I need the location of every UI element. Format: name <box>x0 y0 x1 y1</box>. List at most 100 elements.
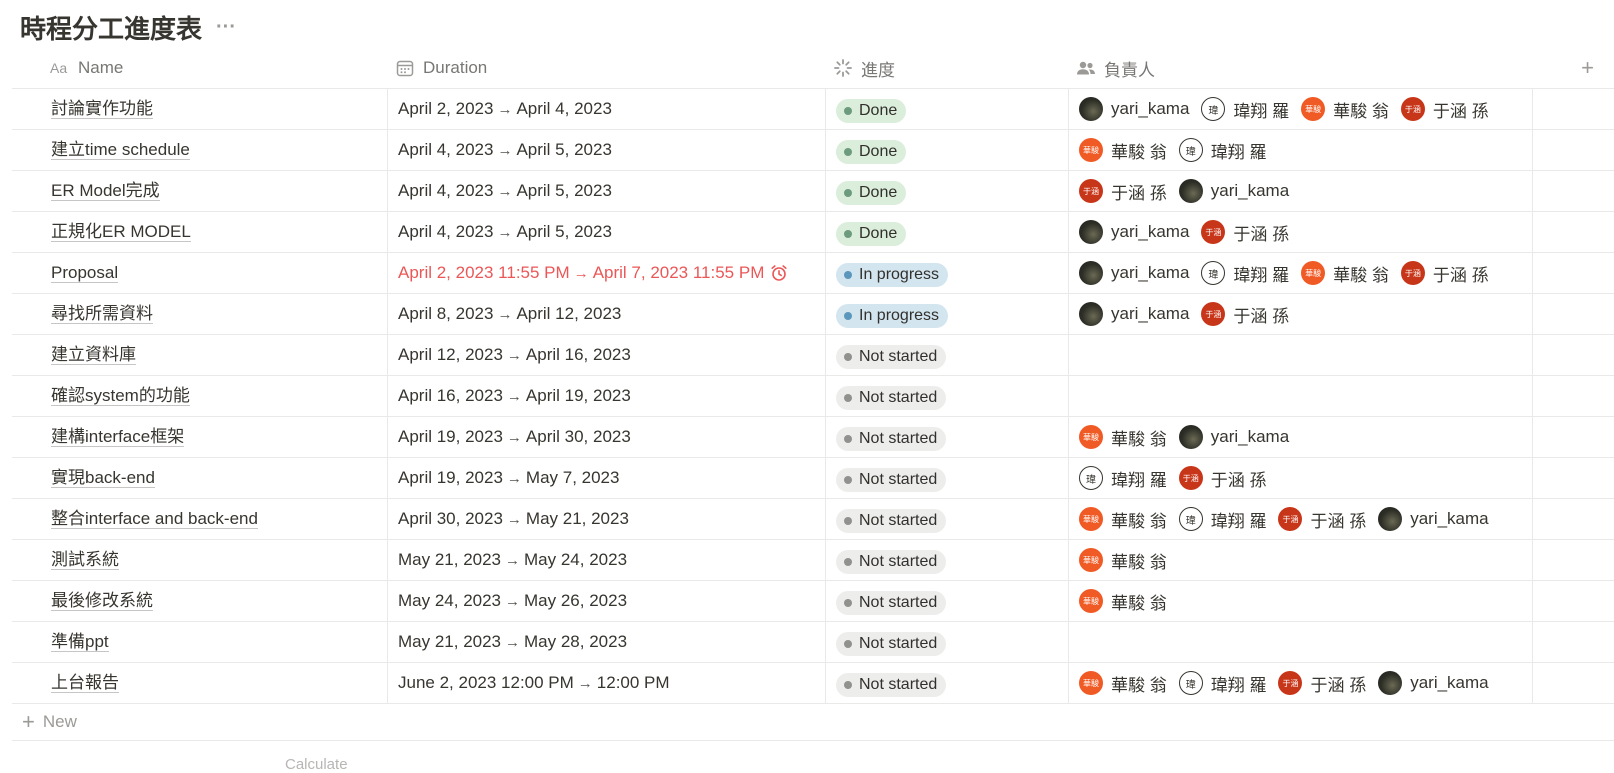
cell-name[interactable]: 確認system的功能 <box>12 376 387 416</box>
task-name[interactable]: 實現back-end <box>51 468 155 488</box>
task-name[interactable]: 測試系統 <box>51 550 119 570</box>
person-chip[interactable]: yari_kama <box>1079 261 1189 285</box>
status-badge[interactable]: Done <box>836 181 907 205</box>
cell-progress[interactable]: Done <box>825 212 1068 252</box>
person-chip[interactable]: 華駿 華駿 翁 <box>1079 138 1167 163</box>
person-chip[interactable]: yari_kama <box>1378 507 1489 531</box>
cell-duration[interactable]: June 2, 2023 12:00 PM → 12:00 PM <box>387 663 825 703</box>
status-badge[interactable]: Not started <box>836 673 947 697</box>
person-chip[interactable]: 瑋瑋翔 羅 <box>1178 507 1266 532</box>
cell-name[interactable]: ER Model完成 <box>12 171 387 211</box>
cell-duration[interactable]: April 30, 2023 → May 21, 2023 <box>387 499 825 539</box>
cell-owners[interactable]: yari_kama 瑋瑋翔 羅華駿 華駿 翁于涵 于涵 孫 <box>1068 89 1532 129</box>
cell-progress[interactable]: Not started <box>825 335 1068 375</box>
person-chip[interactable]: 華駿 華駿 翁 <box>1079 671 1167 696</box>
cell-progress[interactable]: In progress <box>825 253 1068 293</box>
table-row[interactable]: 整合interface and back-end April 30, 2023 → M… <box>12 499 1614 540</box>
calculate-label[interactable]: Calculate <box>285 756 348 773</box>
task-name[interactable]: ER Model完成 <box>51 181 160 201</box>
table-row[interactable]: 上台報告 June 2, 2023 12:00 PM → 12:00 PM Not st… <box>12 663 1614 704</box>
cell-name[interactable]: 討論實作功能 <box>12 89 387 129</box>
add-property-button[interactable]: + <box>1532 48 1614 88</box>
status-badge[interactable]: Not started <box>836 468 947 492</box>
table-row[interactable]: 測試系統 May 21, 2023 → May 24, 2023 Not started… <box>12 540 1614 581</box>
cell-owners[interactable]: 瑋瑋翔 羅于涵 于涵 孫 <box>1068 458 1532 498</box>
person-chip[interactable]: yari_kama <box>1178 425 1289 449</box>
table-row[interactable]: 準備ppt May 21, 2023 → May 28, 2023 Not starte… <box>12 622 1614 663</box>
cell-name[interactable]: 建立資料庫 <box>12 335 387 375</box>
person-chip[interactable]: 華駿 華駿 翁 <box>1079 589 1167 614</box>
cell-owners[interactable]: 華駿 華駿 翁 <box>1068 581 1532 621</box>
person-chip[interactable]: 瑋瑋翔 羅 <box>1201 97 1289 122</box>
cell-name[interactable]: 實現back-end <box>12 458 387 498</box>
person-chip[interactable]: 于涵 于涵 孫 <box>1079 179 1167 204</box>
task-name[interactable]: 建構interface框架 <box>51 427 185 447</box>
cell-duration[interactable]: April 2, 2023 → April 4, 2023 <box>387 89 825 129</box>
person-chip[interactable]: 華駿 華駿 翁 <box>1301 261 1389 286</box>
cell-owners[interactable]: yari_kama 于涵 于涵 孫 <box>1068 294 1532 334</box>
cell-duration[interactable]: April 19, 2023 → April 30, 2023 <box>387 417 825 457</box>
person-chip[interactable]: 華駿 華駿 翁 <box>1079 507 1167 532</box>
cell-name[interactable]: 最後修改系統 <box>12 581 387 621</box>
person-chip[interactable]: 華駿 華駿 翁 <box>1301 97 1389 122</box>
task-name[interactable]: 準備ppt <box>51 632 109 652</box>
cell-progress[interactable]: Not started <box>825 499 1068 539</box>
table-row[interactable]: 正規化ER MODEL April 4, 2023 → April 5, 2023 Do… <box>12 212 1614 253</box>
status-badge[interactable]: In progress <box>836 304 949 328</box>
table-row[interactable]: 建構interface框架 April 19, 2023 → April 30, 20… <box>12 417 1614 458</box>
cell-name[interactable]: 尋找所需資料 <box>12 294 387 334</box>
cell-owners[interactable]: yari_kama 瑋瑋翔 羅華駿 華駿 翁于涵 于涵 孫 <box>1068 253 1532 293</box>
cell-progress[interactable]: Done <box>825 171 1068 211</box>
status-badge[interactable]: Not started <box>836 550 947 574</box>
person-chip[interactable]: 瑋瑋翔 羅 <box>1178 138 1266 163</box>
status-badge[interactable]: Not started <box>836 427 947 451</box>
cell-duration[interactable]: April 16, 2023 → April 19, 2023 <box>387 376 825 416</box>
task-name[interactable]: 建立資料庫 <box>51 345 136 365</box>
person-chip[interactable]: 瑋瑋翔 羅 <box>1178 671 1266 696</box>
cell-owners[interactable]: 華駿 華駿 翁瑋瑋翔 羅于涵 于涵 孫 yari_kama <box>1068 499 1532 539</box>
person-chip[interactable]: 華駿 華駿 翁 <box>1079 425 1167 450</box>
cell-duration[interactable]: May 21, 2023 → May 24, 2023 <box>387 540 825 580</box>
cell-progress[interactable]: Done <box>825 130 1068 170</box>
cell-duration[interactable]: April 4, 2023 → April 5, 2023 <box>387 212 825 252</box>
cell-duration[interactable]: May 24, 2023 → May 26, 2023 <box>387 581 825 621</box>
task-name[interactable]: 尋找所需資料 <box>51 304 153 324</box>
table-row[interactable]: Proposal April 2, 2023 11:55 PM → April 7, … <box>12 253 1614 294</box>
cell-duration[interactable]: April 19, 2023 → May 7, 2023 <box>387 458 825 498</box>
table-row[interactable]: 討論實作功能 April 2, 2023 → April 4, 2023 Done yar… <box>12 89 1614 130</box>
column-header-owners[interactable]: 負責人 <box>1068 48 1532 88</box>
cell-owners[interactable] <box>1068 335 1532 375</box>
task-name[interactable]: 確認system的功能 <box>51 386 190 406</box>
status-badge[interactable]: Not started <box>836 386 947 410</box>
cell-progress[interactable]: Not started <box>825 622 1068 662</box>
cell-progress[interactable]: Not started <box>825 417 1068 457</box>
cell-progress[interactable]: Not started <box>825 663 1068 703</box>
cell-owners[interactable] <box>1068 622 1532 662</box>
cell-progress[interactable]: Not started <box>825 540 1068 580</box>
cell-duration[interactable]: April 2, 2023 11:55 PM → April 7, 2023 11:… <box>387 253 825 293</box>
cell-progress[interactable]: Done <box>825 89 1068 129</box>
table-row[interactable]: 確認system的功能 April 16, 2023 → April 19, 2023… <box>12 376 1614 417</box>
cell-name[interactable]: Proposal <box>12 253 387 293</box>
cell-progress[interactable]: Not started <box>825 376 1068 416</box>
cell-duration[interactable]: April 8, 2023 → April 12, 2023 <box>387 294 825 334</box>
task-name[interactable]: 討論實作功能 <box>51 99 153 119</box>
cell-duration[interactable]: April 4, 2023 → April 5, 2023 <box>387 130 825 170</box>
cell-duration[interactable]: April 12, 2023 → April 16, 2023 <box>387 335 825 375</box>
cell-duration[interactable]: May 21, 2023 → May 28, 2023 <box>387 622 825 662</box>
cell-progress[interactable]: Not started <box>825 458 1068 498</box>
status-badge[interactable]: Not started <box>836 345 947 369</box>
person-chip[interactable]: yari_kama <box>1079 302 1189 326</box>
task-name[interactable]: Proposal <box>51 263 119 283</box>
cell-owners[interactable]: 于涵 于涵 孫 yari_kama <box>1068 171 1532 211</box>
table-row[interactable]: 最後修改系統 May 24, 2023 → May 26, 2023 Not start… <box>12 581 1614 622</box>
person-chip[interactable]: 于涵 于涵 孫 <box>1178 466 1266 491</box>
status-badge[interactable]: Not started <box>836 591 947 615</box>
cell-progress[interactable]: Not started <box>825 581 1068 621</box>
task-name[interactable]: 整合interface and back-end <box>51 509 258 529</box>
status-badge[interactable]: Done <box>836 99 907 123</box>
person-chip[interactable]: 華駿 華駿 翁 <box>1079 548 1167 573</box>
person-chip[interactable]: 于涵 于涵 孫 <box>1201 220 1289 245</box>
status-badge[interactable]: Not started <box>836 632 947 656</box>
table-row[interactable]: 實現back-end April 19, 2023 → May 7, 2023 Not … <box>12 458 1614 499</box>
